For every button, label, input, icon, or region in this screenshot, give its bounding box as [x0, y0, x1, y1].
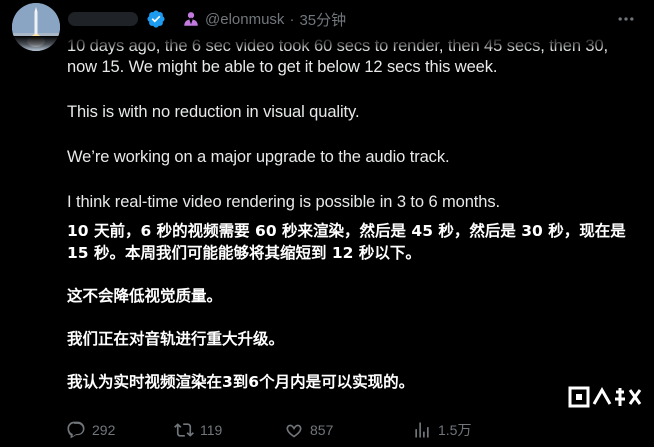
reply-button[interactable]: 292 — [66, 420, 174, 440]
tweet-paragraph: 10 days ago, the 6 sec video took 60 sec… — [67, 37, 609, 76]
retweet-count: 119 — [200, 422, 223, 438]
display-name-redacted[interactable] — [68, 12, 138, 26]
tweet-actions: 292 119 857 1.5万 — [66, 418, 492, 442]
reply-icon — [67, 421, 85, 439]
more-options-icon[interactable] — [616, 9, 636, 29]
watermark-logo — [568, 384, 644, 410]
views-count: 1.5万 — [438, 422, 472, 438]
tweet-paragraph: We’re working on a major upgrade to the … — [67, 148, 450, 166]
tweet-paragraph: This is with no reduction in visual qual… — [67, 103, 360, 121]
translation-paragraph: 10 天前，6 秒的视频需要 60 秒来渲染，然后是 45 秒，然后是 30 秒… — [67, 222, 626, 262]
tweet-paragraph: I think real-time video rendering is pos… — [67, 193, 501, 211]
timestamp[interactable]: 35分钟 — [299, 9, 346, 30]
like-count: 857 — [310, 422, 334, 438]
rocket-launch-image — [12, 3, 60, 51]
avatar[interactable] — [12, 3, 60, 51]
verified-badge-icon[interactable] — [146, 9, 166, 29]
retweet-icon — [174, 423, 194, 437]
translation-paragraph: 这不会降低视觉质量。 — [67, 287, 223, 305]
views-chart-icon — [415, 422, 429, 438]
header-separator: · — [289, 10, 295, 28]
translation-paragraph: 我们正在对音轨进行重大升级。 — [67, 330, 285, 348]
heart-icon — [286, 424, 302, 438]
like-button[interactable]: 857 — [284, 420, 412, 440]
tweet-text: 10 days ago, the 6 sec video took 60 sec… — [67, 36, 642, 221]
translation-block: 10 天前，6 秒的视频需要 60 秒来渲染，然后是 45 秒，然后是 30 秒… — [67, 220, 647, 414]
translation-paragraph: 我认为实时视频渲染在3到6个月内是可以实现的。 — [67, 373, 415, 391]
affiliation-badge-icon[interactable] — [182, 10, 200, 28]
views-button[interactable]: 1.5万 — [412, 420, 492, 440]
tweet-header: @elonmusk · 35分钟 — [68, 6, 346, 32]
reply-count: 292 — [92, 422, 116, 438]
retweet-button[interactable]: 119 — [174, 420, 284, 440]
user-handle[interactable]: @elonmusk — [205, 11, 284, 28]
